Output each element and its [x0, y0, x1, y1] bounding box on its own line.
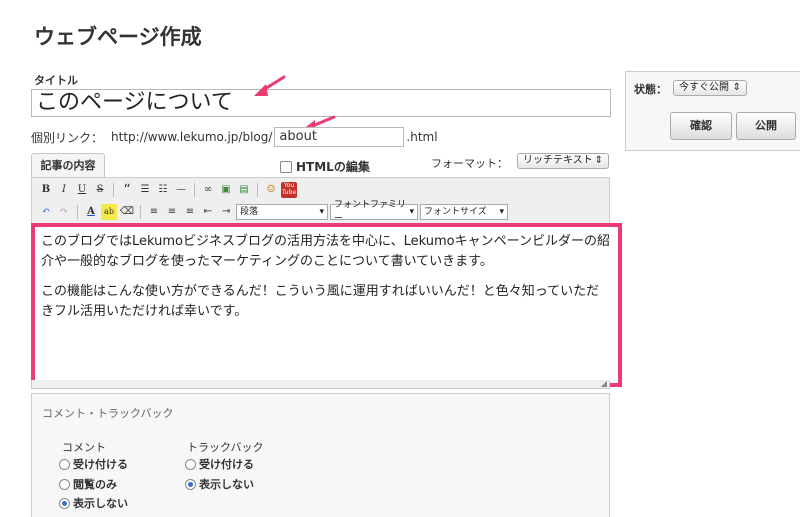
- permalink-row: 個別リンク： http://www.lekumo.jp/blog/ about …: [31, 127, 438, 147]
- select-arrows-icon: ⇕: [594, 155, 603, 166]
- editor-paragraph: このブログではLekumoビジネスブログの活用方法を中心に、Lekumoキャンペ…: [41, 234, 610, 269]
- toolbar-divider: [140, 205, 141, 219]
- permalink-label: 個別リンク：: [31, 130, 104, 145]
- status-select-value: 今すぐ公開: [679, 82, 729, 93]
- bulleted-list-icon[interactable]: ☰: [137, 182, 153, 198]
- eraser-icon[interactable]: ⌫: [119, 204, 135, 220]
- paragraph-select[interactable]: 段落 ▾: [236, 204, 328, 220]
- redo-icon[interactable]: ↷: [56, 204, 72, 220]
- radio-button[interactable]: [59, 478, 70, 490]
- link-icon[interactable]: ∞: [200, 182, 216, 198]
- blockquote-icon[interactable]: “: [119, 182, 135, 198]
- image-icon[interactable]: ▣: [218, 182, 234, 198]
- toolbar-divider: [77, 205, 78, 219]
- file-icon[interactable]: ▤: [236, 182, 252, 198]
- confirm-button[interactable]: 確認: [670, 112, 732, 140]
- rich-text-editor[interactable]: このブログではLekumoビジネスブログの活用方法を中心に、Lekumoキャンペ…: [31, 223, 622, 387]
- toolbar-divider: [113, 183, 114, 197]
- bold-icon[interactable]: B: [38, 182, 54, 198]
- publish-panel: 状態： 今すぐ公開 ⇕ 確認 公開: [625, 71, 800, 151]
- align-right-icon[interactable]: ≡: [182, 204, 198, 220]
- comment-option-label: 表示しない: [73, 497, 128, 510]
- toolbar-row-2: ↶ ↷ A ab ⌫ ≡ ≡ ≡ ⇤ ⇥ 段落 ▾ フォントファミリー ▾ フォ…: [38, 200, 508, 224]
- chevron-down-icon: ▾: [409, 207, 414, 217]
- radio-button[interactable]: [185, 458, 196, 470]
- trackback-option-label: 表示しない: [199, 478, 254, 491]
- emoji-icon[interactable]: ☺: [263, 182, 279, 198]
- status-label: 状態：: [634, 83, 667, 96]
- resize-grip-icon[interactable]: ◢: [601, 379, 607, 388]
- radio-button-selected[interactable]: [59, 497, 70, 509]
- comment-option-hide[interactable]: 表示しない: [59, 495, 128, 511]
- chevron-down-icon: ▾: [499, 207, 504, 217]
- undo-icon[interactable]: ↶: [38, 204, 54, 220]
- trackback-option-label: 受け付ける: [199, 458, 254, 471]
- trackback-option-hide[interactable]: 表示しない: [185, 476, 254, 492]
- html-edit-label: HTMLの編集: [296, 160, 370, 174]
- toolbar-row-1: B I U S “ ☰ ☷ — ∞ ▣ ▤ ☺ You Tube: [38, 182, 297, 198]
- italic-icon[interactable]: I: [56, 182, 72, 198]
- comment-option-label: 閲覧のみ: [73, 478, 117, 491]
- font-size-select[interactable]: フォントサイズ ▾: [420, 204, 508, 220]
- font-family-select[interactable]: フォントファミリー ▾: [330, 200, 418, 224]
- format-select-value: リッチテキスト: [523, 155, 593, 166]
- toolbar-divider: [257, 183, 258, 197]
- outdent-icon[interactable]: ⇤: [200, 204, 216, 220]
- publish-button[interactable]: 公開: [736, 112, 796, 140]
- comment-option-readonly[interactable]: 閲覧のみ: [59, 476, 117, 492]
- format-label: フォーマット：: [431, 157, 508, 170]
- indent-icon[interactable]: ⇥: [218, 204, 234, 220]
- radio-button-selected[interactable]: [185, 478, 196, 490]
- youtube-icon[interactable]: You Tube: [281, 182, 297, 198]
- underline-icon[interactable]: U: [74, 182, 90, 198]
- chevron-down-icon: ▾: [319, 207, 324, 217]
- trackback-group-label: トラックバック: [187, 441, 264, 454]
- trackback-option-accept[interactable]: 受け付ける: [185, 456, 254, 472]
- comment-option-label: 受け付ける: [73, 458, 128, 471]
- toolbar-divider: [194, 183, 195, 197]
- select-arrows-icon: ⇕: [732, 82, 741, 93]
- text-color-icon[interactable]: A: [83, 204, 99, 220]
- font-size-select-value: フォントサイズ: [424, 207, 487, 217]
- permalink-slug-input[interactable]: about: [274, 127, 405, 147]
- font-family-select-value: フォントファミリー: [334, 200, 407, 224]
- tab-article-content[interactable]: 記事の内容: [31, 153, 105, 178]
- align-center-icon[interactable]: ≡: [164, 204, 180, 220]
- status-select[interactable]: 今すぐ公開 ⇕: [673, 80, 747, 96]
- radio-button[interactable]: [59, 458, 70, 470]
- comment-group-label: コメント: [62, 441, 106, 454]
- section-label: コメント・トラックバック: [42, 407, 174, 420]
- paragraph-select-value: 段落: [240, 207, 259, 217]
- editor-resize-bar: ◢: [31, 379, 610, 389]
- comment-option-accept[interactable]: 受け付ける: [59, 456, 128, 472]
- numbered-list-icon[interactable]: ☷: [155, 182, 171, 198]
- page-title: ウェブページ作成: [34, 25, 202, 49]
- editor-toolbar: B I U S “ ☰ ☷ — ∞ ▣ ▤ ☺ You Tube ↶ ↷ A a…: [31, 177, 610, 224]
- arrow-annotation-icon: [254, 75, 286, 96]
- html-edit-checkbox[interactable]: [280, 160, 292, 173]
- comment-trackback-panel: コメント・トラックバック コメント 受け付ける 閲覧のみ 表示しない トラックバ…: [31, 393, 610, 517]
- strikethrough-icon[interactable]: S: [92, 182, 108, 198]
- html-edit-toggle[interactable]: HTMLの編集: [280, 158, 370, 175]
- permalink-base: http://www.lekumo.jp/blog/: [111, 130, 273, 144]
- align-left-icon[interactable]: ≡: [146, 204, 162, 220]
- editor-paragraph: この機能はこんな使い方ができるんだ！こういう風に運用すればいいんだ！と色々知って…: [41, 284, 600, 319]
- permalink-extension: .html: [406, 130, 438, 144]
- horizontal-rule-icon[interactable]: —: [173, 182, 189, 198]
- format-select[interactable]: リッチテキスト ⇕: [517, 153, 609, 169]
- title-label: タイトル: [34, 74, 78, 87]
- highlight-color-icon[interactable]: ab: [101, 204, 117, 220]
